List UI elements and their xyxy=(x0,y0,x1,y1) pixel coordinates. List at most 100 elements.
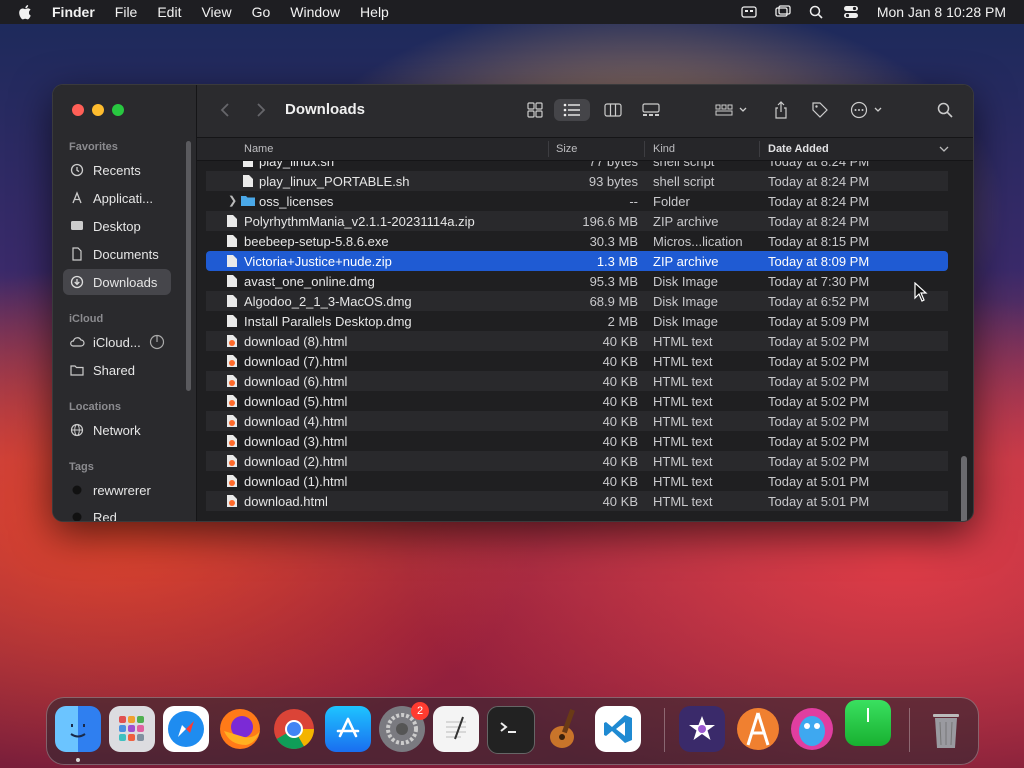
zoom-window-button[interactable] xyxy=(112,104,124,116)
chrome-icon[interactable] xyxy=(271,706,317,752)
sidebar-item-icloud-drive[interactable]: iCloud... xyxy=(63,329,171,355)
sort-chevron-down-icon[interactable] xyxy=(939,144,949,156)
firefox-icon[interactable] xyxy=(217,706,263,752)
app-store-icon[interactable] xyxy=(325,706,371,752)
file-list: play_linux.sh 77 bytes shell script Toda… xyxy=(197,161,973,521)
tag-icon[interactable] xyxy=(809,99,831,121)
file-row[interactable]: download (4).html 40 KB HTML text Today … xyxy=(206,411,948,431)
minimize-window-button[interactable] xyxy=(92,104,104,116)
file-row[interactable]: PolyrhythmMania_v2.1.1-20231114a.zip 196… xyxy=(206,211,948,231)
app-blue-character-icon[interactable] xyxy=(789,706,835,752)
app-orange-icon[interactable] xyxy=(735,706,781,752)
sidebar-item-recents[interactable]: Recents xyxy=(63,157,171,183)
sidebar-item-label: iCloud... xyxy=(93,334,141,350)
file-row[interactable]: ❯ oss_licenses -- Folder Today at 8:24 P… xyxy=(206,191,948,211)
file-row[interactable]: download (5).html 40 KB HTML text Today … xyxy=(206,391,948,411)
disk-image-icon xyxy=(226,314,238,328)
file-row[interactable]: download (7).html 40 KB HTML text Today … xyxy=(206,351,948,371)
menu-window[interactable]: Window xyxy=(290,4,340,20)
column-header: Name Size Kind Date Added xyxy=(197,138,973,161)
mouse-pointer-icon xyxy=(914,281,928,307)
finder-icon[interactable] xyxy=(55,706,101,752)
icon-view-icon[interactable] xyxy=(523,99,547,121)
list-view-icon[interactable] xyxy=(554,99,590,121)
sidebar-item-shared[interactable]: Shared xyxy=(63,357,171,383)
sidebar-item-label: Desktop xyxy=(93,218,141,234)
screen-mirroring-icon[interactable] xyxy=(775,5,791,19)
column-header-date-added[interactable]: Date Added xyxy=(768,143,829,155)
file-row[interactable]: download (6).html 40 KB HTML text Today … xyxy=(206,371,948,391)
file-list-scrollbar[interactable] xyxy=(961,456,967,521)
back-chevron-icon[interactable] xyxy=(217,99,233,121)
trash-icon[interactable] xyxy=(923,706,969,752)
html-file-icon xyxy=(226,474,238,488)
sidebar-heading-tags: Tags xyxy=(69,461,94,473)
file-row[interactable]: Algodoo_2_1_3-MacOS.dmg 68.9 MB Disk Ima… xyxy=(206,291,948,311)
input-menu-icon[interactable] xyxy=(741,5,757,19)
file-row[interactable]: download (2).html 40 KB HTML text Today … xyxy=(206,451,948,471)
sidebar-item-applications[interactable]: Applicati... xyxy=(63,185,171,211)
gallery-view-icon[interactable] xyxy=(639,99,663,121)
terminal-icon[interactable] xyxy=(487,706,535,754)
sidebar-item-desktop[interactable]: Desktop xyxy=(63,213,171,239)
file-row[interactable]: download.html 40 KB HTML text Today at 5… xyxy=(206,491,948,511)
disclosure-chevron-right-icon[interactable]: ❯ xyxy=(228,194,237,207)
sync-progress-icon xyxy=(149,334,165,353)
file-row[interactable]: avast_one_online.dmg 95.3 MB Disk Image … xyxy=(206,271,948,291)
textedit-icon[interactable] xyxy=(433,706,479,752)
app-green-icon[interactable] xyxy=(845,700,891,746)
garageband-icon[interactable] xyxy=(541,706,587,752)
system-settings-icon[interactable]: 2 xyxy=(379,702,429,752)
menu-finder[interactable]: Finder xyxy=(52,4,95,20)
forward-chevron-icon[interactable] xyxy=(253,99,269,121)
menu-help[interactable]: Help xyxy=(360,4,389,20)
close-window-button[interactable] xyxy=(72,104,84,116)
menu-go[interactable]: Go xyxy=(252,4,271,20)
search-icon[interactable] xyxy=(935,99,955,121)
folder-icon xyxy=(240,194,256,208)
sidebar-scrollbar[interactable] xyxy=(186,141,191,391)
control-center-icon[interactable] xyxy=(843,5,859,19)
file-row[interactable]: beebeep-setup-5.8.6.exe 30.3 MB Micros..… xyxy=(206,231,948,251)
file-row[interactable]: download (3).html 40 KB HTML text Today … xyxy=(206,431,948,451)
sidebar-item-label: Recents xyxy=(93,162,141,178)
sidebar-tag-rewwrerer[interactable]: rewwrerer xyxy=(63,477,171,503)
vscode-icon[interactable] xyxy=(595,706,641,752)
html-file-icon xyxy=(226,414,238,428)
clock-icon xyxy=(69,162,85,178)
sidebar-item-label: Red xyxy=(93,509,117,522)
file-row[interactable]: download (1).html 40 KB HTML text Today … xyxy=(206,471,948,491)
spotlight-search-icon[interactable] xyxy=(809,5,825,19)
launchpad-icon[interactable] xyxy=(109,706,155,752)
sidebar-tag-red[interactable]: Red xyxy=(63,504,171,522)
file-row[interactable]: Install Parallels Desktop.dmg 2 MB Disk … xyxy=(206,311,948,331)
share-icon[interactable] xyxy=(771,99,791,121)
column-header-size[interactable]: Size xyxy=(556,143,577,155)
dock: 2 xyxy=(46,697,979,765)
group-by-icon[interactable] xyxy=(713,99,753,121)
file-row[interactable]: play_linux.sh 77 bytes shell script Toda… xyxy=(206,161,948,171)
zip-archive-icon xyxy=(226,214,238,228)
html-file-icon xyxy=(226,374,238,388)
sidebar-item-network[interactable]: Network xyxy=(63,417,171,443)
menu-edit[interactable]: Edit xyxy=(157,4,181,20)
menu-view[interactable]: View xyxy=(201,4,231,20)
safari-icon[interactable] xyxy=(163,706,209,752)
sidebar-item-documents[interactable]: Documents xyxy=(63,241,171,267)
sidebar-item-label: rewwrerer xyxy=(93,482,151,498)
document-icon xyxy=(69,246,85,262)
sidebar-heading-favorites: Favorites xyxy=(69,141,118,153)
column-header-name[interactable]: Name xyxy=(244,143,273,155)
file-row[interactable]: download (8).html 40 KB HTML text Today … xyxy=(206,331,948,351)
menu-bar-clock[interactable]: Mon Jan 8 10:28 PM xyxy=(877,4,1006,20)
sidebar-item-downloads[interactable]: Downloads xyxy=(63,269,171,295)
file-row[interactable]: play_linux_PORTABLE.sh 93 bytes shell sc… xyxy=(206,171,948,191)
apple-menu-icon[interactable] xyxy=(18,4,34,20)
imovie-icon[interactable] xyxy=(679,706,725,752)
toolbar: Downloads xyxy=(197,85,973,138)
column-header-kind[interactable]: Kind xyxy=(653,143,675,155)
more-actions-icon[interactable] xyxy=(849,99,889,121)
menu-file[interactable]: File xyxy=(115,4,138,20)
file-row-selected[interactable]: Victoria+Justice+nude.zip 1.3 MB ZIP arc… xyxy=(206,251,948,271)
column-view-icon[interactable] xyxy=(601,99,625,121)
